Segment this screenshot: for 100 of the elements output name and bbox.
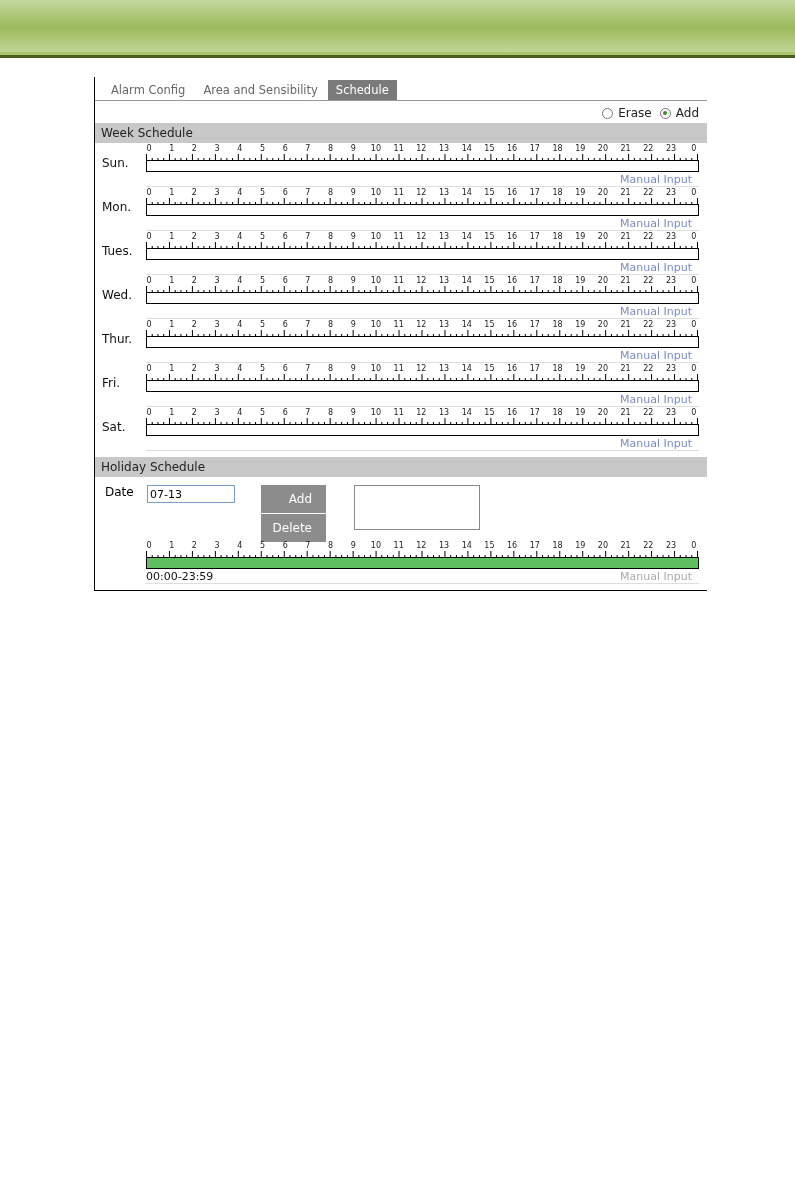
hour-label: 14	[461, 408, 472, 418]
hour-label: 15	[484, 320, 495, 330]
hour-label: 23	[665, 144, 677, 154]
timeline-bar[interactable]	[146, 160, 699, 172]
hour-label: 6	[282, 541, 288, 551]
hour-label: 19	[575, 188, 586, 198]
hour-label: 1	[169, 408, 175, 418]
hour-label: 8	[328, 364, 334, 374]
timeline-bar[interactable]	[146, 292, 699, 304]
manual-input-link[interactable]: Manual Input	[620, 216, 692, 230]
hour-label: 5	[259, 320, 265, 330]
hour-label: 0	[691, 276, 697, 286]
hour-label: 18	[552, 408, 563, 418]
hour-label: 3	[214, 408, 220, 418]
hour-label: 10	[370, 408, 382, 418]
hour-label: 22	[643, 144, 654, 154]
hour-label: 20	[597, 364, 608, 374]
timeline-bar[interactable]	[146, 424, 699, 436]
day-label: Tues.	[101, 244, 134, 260]
hour-label: 0	[146, 320, 152, 330]
tab[interactable]: Area and Sensibility	[195, 80, 326, 100]
hour-label: 9	[350, 144, 356, 154]
hour-label: 15	[484, 188, 495, 198]
delete-button[interactable]: Delete	[261, 514, 326, 542]
hour-label: 7	[305, 541, 311, 551]
hour-label: 12	[416, 144, 427, 154]
hour-label: 1	[169, 320, 175, 330]
hour-label: 8	[328, 408, 334, 418]
hour-label: 1	[169, 541, 175, 551]
hour-label: 15	[484, 144, 495, 154]
hour-label: 1	[169, 276, 175, 286]
hour-label: 2	[191, 144, 197, 154]
day-label: Sun.	[101, 156, 130, 172]
manual-input-link[interactable]: Manual Input	[620, 348, 692, 362]
timeline-bar[interactable]	[146, 204, 699, 216]
manual-input-link[interactable]: Manual Input	[620, 304, 692, 318]
timeline-bar[interactable]	[146, 557, 699, 569]
holiday-list-box[interactable]	[354, 485, 480, 530]
radio-button[interactable]	[659, 107, 671, 119]
hour-label: 4	[237, 320, 243, 330]
time-range-text: 00:00-23:59	[146, 569, 214, 583]
date-label: Date	[105, 485, 135, 501]
hour-label: 15	[484, 364, 495, 374]
section-header: Holiday Schedule	[95, 457, 707, 477]
tab[interactable]: Alarm Config	[103, 80, 194, 100]
hour-label: 4	[237, 276, 243, 286]
tab[interactable]: Schedule	[327, 80, 397, 100]
hour-label: 6	[282, 320, 288, 330]
hour-label: 19	[575, 320, 586, 330]
hour-label: 19	[575, 232, 586, 242]
hour-label: 0	[146, 232, 152, 242]
hour-label: 21	[620, 232, 631, 242]
hour-label: 2	[191, 364, 197, 374]
hour-label: 23	[665, 541, 677, 551]
manual-input-link[interactable]: Manual Input	[620, 436, 692, 450]
add-button[interactable]: Add	[261, 485, 326, 513]
hour-label: 22	[643, 276, 654, 286]
hour-label: 22	[643, 320, 654, 330]
hour-label: 1	[169, 188, 175, 198]
manual-input-link[interactable]: Manual Input	[620, 260, 692, 274]
timeline-bar[interactable]	[146, 248, 699, 260]
hour-label: 14	[461, 276, 472, 286]
timeline-bar[interactable]	[146, 336, 699, 348]
hour-label: 13	[438, 408, 450, 418]
hour-label: 23	[665, 320, 677, 330]
manual-input-link[interactable]: Manual Input	[620, 392, 692, 406]
hour-label: 11	[393, 320, 404, 330]
hour-label: 21	[620, 188, 631, 198]
hour-label: 2	[191, 232, 197, 242]
hour-label: 8	[328, 276, 334, 286]
hour-label: 22	[643, 232, 654, 242]
hour-label: 4	[237, 408, 243, 418]
hour-label: 13	[438, 541, 450, 551]
hour-label: 6	[282, 144, 288, 154]
hour-label: 9	[350, 276, 356, 286]
hour-label: 7	[305, 232, 311, 242]
hour-label: 0	[691, 320, 697, 330]
hour-label: 15	[484, 541, 495, 551]
radio-button[interactable]	[602, 107, 614, 119]
hour-label: 17	[529, 232, 540, 242]
hour-label: 9	[350, 541, 356, 551]
hour-label: 14	[461, 320, 472, 330]
hour-label: 6	[282, 276, 288, 286]
hour-label: 4	[237, 232, 243, 242]
hour-label: 14	[461, 188, 472, 198]
hour-label: 0	[691, 408, 697, 418]
hour-label: 12	[416, 232, 427, 242]
day-label: Sat.	[101, 420, 127, 436]
day-label: Wed.	[101, 288, 133, 304]
hour-label: 2	[191, 541, 197, 551]
date-field[interactable]: 07-13	[147, 485, 235, 503]
hour-label: 7	[305, 408, 311, 418]
hour-label: 20	[597, 408, 608, 418]
hour-label: 8	[328, 188, 334, 198]
manual-input-link[interactable]: Manual Input	[620, 172, 692, 186]
hour-label: 12	[416, 188, 427, 198]
timeline-bar[interactable]	[146, 380, 699, 392]
hour-label: 1	[169, 364, 175, 374]
hour-label: 23	[665, 188, 677, 198]
hour-label: 6	[282, 364, 288, 374]
